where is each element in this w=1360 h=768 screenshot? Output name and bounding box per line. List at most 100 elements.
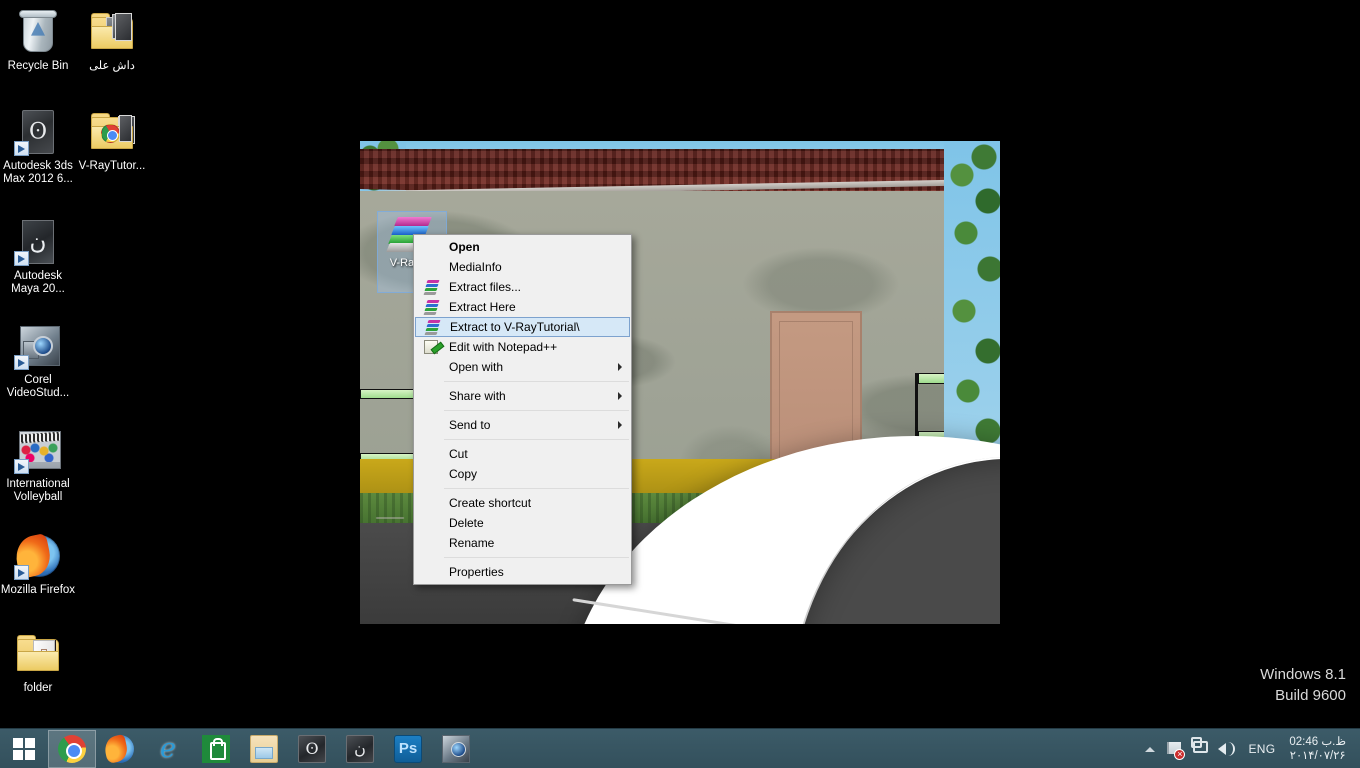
international-volleyball-icon [14,426,62,474]
taskbar-item-corel[interactable] [432,730,480,768]
windows-store-icon [202,734,230,763]
taskbar-item-chrome[interactable] [48,729,96,768]
menu-item-label: Create shortcut [449,496,532,510]
chevron-right-icon [618,363,622,371]
context-menu-item-edit-with-notepadpp[interactable]: Edit with Notepad++ [414,337,631,357]
desktop-icon-mozilla-firefox[interactable]: Mozilla Firefox [0,532,76,597]
context-menu-item-open-with[interactable]: Open with [414,357,631,377]
context-menu-item-open[interactable]: Open [414,237,631,257]
sound-wave-icon [1227,741,1236,756]
chevron-right-icon [618,421,622,429]
network-status-icon[interactable]: × [1162,729,1188,768]
desktop-icon-recycle-bin[interactable]: Recycle Bin [0,8,76,73]
volume-icon[interactable] [1214,729,1240,768]
context-menu-item-copy[interactable]: Copy [414,464,631,484]
system-tray[interactable]: × ENG 02:46 ظ.ب ۲۰۱۴/۰۷/۲۶ [1138,729,1360,768]
folder-icon [88,8,136,56]
desktop-icon-corel-videostudio[interactable]: Corel VideoStud... [0,322,76,400]
menu-separator [444,410,629,411]
menu-item-label: Open with [449,360,504,374]
menu-item-label: MediaInfo [449,260,502,274]
desktop-icon-v-ray-tutor-folder[interactable]: V-RayTutor... [74,108,150,173]
context-menu-item-delete[interactable]: Delete [414,513,631,533]
desktop-icon-label: International Volleyball [6,478,70,503]
desktop-icon-folder[interactable]: folder [0,630,76,695]
taskbar-item-internet-explorer[interactable]: e [144,730,192,768]
context-menu-item-extract-here[interactable]: Extract Here [414,297,631,317]
context-menu-item-send-to[interactable]: Send to [414,415,631,435]
shortcut-arrow-icon [14,355,29,370]
shortcut-arrow-icon [14,141,29,156]
watermark-line-1: Windows 8.1 [1260,666,1346,683]
desktop-icon-label: Autodesk 3ds Max 2012 6... [3,160,73,185]
taskbar-item-3ds-max[interactable]: ʘ [288,730,336,768]
language-indicator[interactable]: ENG [1240,742,1283,756]
show-hidden-icons-button[interactable] [1138,743,1162,755]
taskbar[interactable]: e ʘ ن Ps × ENG 02:46 ظ.ب ۲۰۱۴/۰۷/۲۶ [0,728,1360,768]
menu-item-label: Send to [449,418,491,432]
desktop-icon-folder-dash-ali[interactable]: داش على [74,8,150,73]
desktop-icon-international-volleyball[interactable]: International Volleyball [0,426,76,504]
context-menu[interactable]: Open MediaInfo Extract files... Extract … [413,234,632,585]
desktop-icon-label: Corel VideoStud... [6,374,70,399]
desktop-icon-label: Recycle Bin [7,60,69,72]
menu-item-label: Cut [449,447,468,461]
context-menu-item-rename[interactable]: Rename [414,533,631,553]
winrar-icon [424,320,441,335]
speaker-icon [1218,742,1227,755]
windows-logo-icon [13,737,35,760]
desktop-icon-autodesk-maya[interactable]: ن Autodesk Maya 20... [0,218,76,296]
start-button[interactable] [0,729,48,768]
menu-separator [444,381,629,382]
menu-separator [444,557,629,558]
autodesk-3ds-max-icon: ʘ [298,734,326,763]
context-menu-item-create-shortcut[interactable]: Create shortcut [414,493,631,513]
menu-separator [444,439,629,440]
taskbar-item-photoshop[interactable]: Ps [384,730,432,768]
firefox-icon [106,734,134,763]
context-menu-item-share-with[interactable]: Share with [414,386,631,406]
desktop-icon-label: folder [23,682,53,694]
error-badge-icon: × [1174,748,1186,760]
autodesk-maya-icon: ن [346,734,374,763]
network-computer-icon[interactable] [1188,729,1214,768]
context-menu-item-properties[interactable]: Properties [414,562,631,582]
shortcut-arrow-icon [14,251,29,266]
desktop-icon-label: Autodesk Maya 20... [11,270,65,295]
taskbar-item-file-explorer[interactable] [240,730,288,768]
desktop[interactable]: Recycle Bin داش على ʘ Autodesk 3ds Max 2… [0,0,1360,768]
recycle-bin-icon [14,8,62,56]
photoshop-icon: Ps [394,734,422,763]
taskbar-item-firefox[interactable] [96,730,144,768]
menu-item-label: Extract files... [449,280,522,294]
chrome-icon [58,734,86,763]
winrar-icon [423,280,440,295]
menu-separator [444,488,629,489]
context-menu-item-extract-to-folder[interactable]: Extract to V-RayTutorial\ [415,317,630,337]
chevron-right-icon [618,392,622,400]
taskbar-item-maya[interactable]: ن [336,730,384,768]
remote-connection-icon [1191,736,1209,753]
menu-item-label: Extract Here [449,300,516,314]
firefox-icon [12,532,62,580]
menu-item-label: Properties [449,565,504,579]
winrar-icon [423,300,440,315]
menu-item-label: Delete [449,516,484,530]
shortcut-arrow-icon [14,459,29,474]
context-menu-item-cut[interactable]: Cut [414,444,631,464]
clock-date: ۲۰۱۴/۰۷/۲۶ [1289,749,1346,762]
autodesk-3ds-max-icon: ʘ [14,108,62,156]
folder-icon [14,630,62,678]
internet-explorer-icon: e [160,732,176,764]
shortcut-arrow-icon [14,565,29,580]
taskbar-item-store[interactable] [192,730,240,768]
clock[interactable]: 02:46 ظ.ب ۲۰۱۴/۰۷/۲۶ [1283,735,1352,763]
watermark-line-2: Build 9600 [1275,687,1346,704]
menu-item-label: Share with [449,389,506,403]
corel-videostudio-icon [442,734,470,763]
desktop-icon-autodesk-3ds-max[interactable]: ʘ Autodesk 3ds Max 2012 6... [0,108,76,186]
context-menu-item-mediainfo[interactable]: MediaInfo [414,257,631,277]
context-menu-item-extract-files[interactable]: Extract files... [414,277,631,297]
corel-videostudio-icon [14,322,62,370]
file-explorer-icon [250,734,278,763]
